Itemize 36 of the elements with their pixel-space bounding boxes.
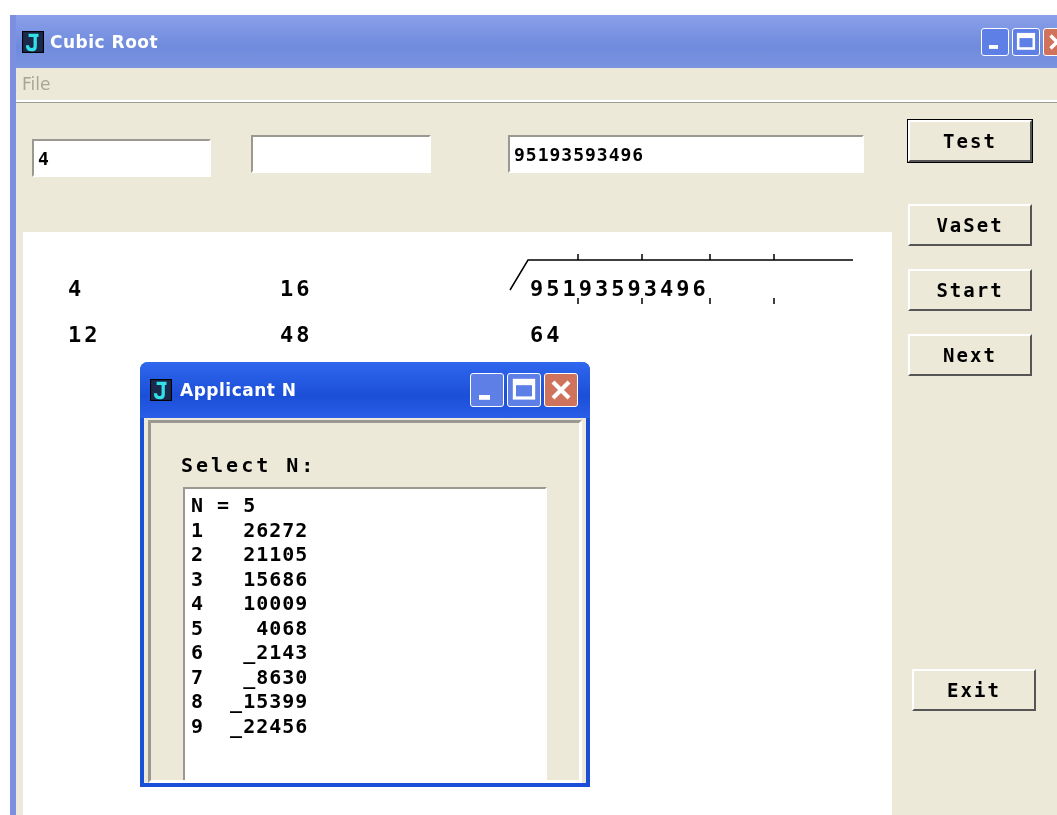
list-item[interactable]: 2 21105 xyxy=(191,542,309,567)
command-button[interactable]: Test xyxy=(908,120,1032,162)
canvas-text: 48 xyxy=(280,322,313,347)
list-item[interactable]: 8 _15399 xyxy=(191,689,309,714)
list-item[interactable]: 9 _22456 xyxy=(191,713,309,738)
text-field[interactable] xyxy=(251,135,431,173)
canvas-text: 95193593496 xyxy=(530,276,709,301)
list-item[interactable]: N = 5 xyxy=(191,493,257,518)
list-item[interactable]: 1 26272 xyxy=(191,517,309,542)
close-button[interactable] xyxy=(544,373,578,407)
dialog-title: Applicant N xyxy=(180,380,298,400)
maximize-button[interactable] xyxy=(507,373,541,407)
command-button[interactable]: Start xyxy=(908,269,1032,311)
minimize-button[interactable] xyxy=(470,373,504,407)
canvas-text: 4 xyxy=(68,276,85,301)
minimize-icon xyxy=(479,394,491,400)
text-field[interactable]: 4 xyxy=(32,139,211,177)
command-button[interactable]: Exit xyxy=(912,669,1036,711)
canvas-text: 64 xyxy=(530,322,563,347)
app-icon xyxy=(22,30,44,53)
canvas-text: 16 xyxy=(280,276,313,301)
command-button[interactable]: VaSet xyxy=(908,204,1032,246)
app-icon xyxy=(150,379,172,401)
list-item[interactable]: 4 10009 xyxy=(191,591,309,616)
minimize-icon xyxy=(988,45,998,50)
text-field[interactable]: 95193593496 xyxy=(508,135,864,173)
window-title: Cubic Root xyxy=(50,31,160,52)
prompt-label: Select N: xyxy=(181,453,318,477)
minimize-button[interactable] xyxy=(981,27,1009,56)
canvas-text: 12 xyxy=(68,322,101,347)
command-button[interactable]: Next xyxy=(908,334,1032,376)
list-item[interactable]: 3 15686 xyxy=(191,566,309,591)
list-item[interactable]: 7 _8630 xyxy=(191,664,309,689)
list-item[interactable]: 5 4068 xyxy=(191,615,309,640)
maximize-button[interactable] xyxy=(1012,27,1040,56)
list-item[interactable]: 6 _2143 xyxy=(191,640,309,665)
